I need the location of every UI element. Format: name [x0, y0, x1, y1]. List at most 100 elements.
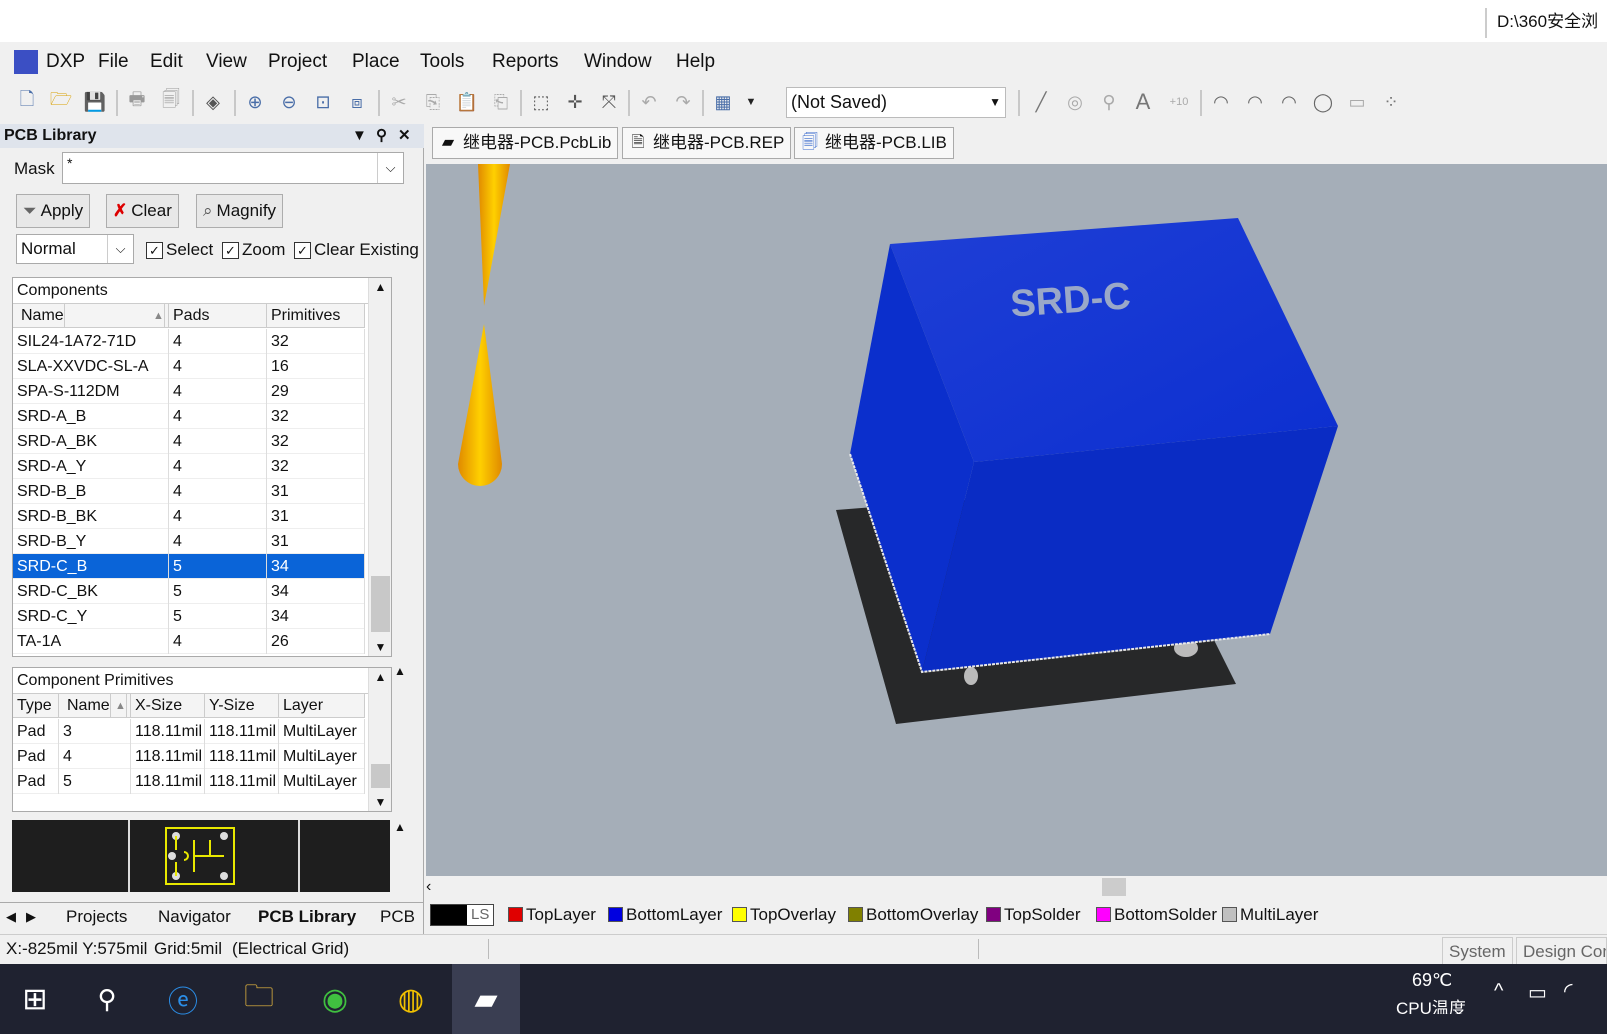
app-icon[interactable]: ◍: [384, 972, 438, 1026]
grid-icon[interactable]: ▦: [710, 89, 736, 115]
magnify-button[interactable]: ⌕ Magnify: [196, 194, 284, 228]
menu-file[interactable]: File: [98, 51, 129, 73]
file-explorer-icon[interactable]: 🗀: [232, 972, 286, 1026]
layer-tab-topsolder[interactable]: TopSolder: [984, 903, 1081, 927]
battery-icon[interactable]: ▭: [1528, 980, 1547, 1005]
close-icon[interactable]: ✕: [398, 124, 411, 148]
zoom-out-icon[interactable]: ⊖: [276, 89, 302, 115]
scroll-down-icon[interactable]: ▼: [369, 795, 391, 809]
text-tool-icon[interactable]: A: [1130, 89, 1156, 115]
paste-icon[interactable]: 📋: [454, 89, 480, 115]
scroll-down-icon[interactable]: ▼: [369, 640, 391, 654]
layer-tab-topoverlay[interactable]: TopOverlay: [730, 903, 836, 927]
chevron-down-icon[interactable]: ⌵: [377, 153, 403, 183]
scroll-thumb[interactable]: [371, 764, 390, 788]
arc-any-icon[interactable]: ◠: [1276, 89, 1302, 115]
table-row[interactable]: TA-1A 4 26: [13, 629, 365, 654]
panel-menu-icon[interactable]: ▼: [352, 124, 367, 148]
undo-icon[interactable]: ↶: [636, 89, 662, 115]
circle-tool-icon[interactable]: ◯: [1310, 89, 1336, 115]
wifi-icon[interactable]: ◜: [1564, 978, 1573, 1004]
menu-edit[interactable]: Edit: [150, 51, 183, 73]
table-row[interactable]: SIL24-1A72-71D 4 32: [13, 329, 365, 354]
table-row[interactable]: Pad 3 118.11mil 118.11mil MultiLayer: [13, 719, 365, 744]
table-row[interactable]: SRD-A_BK 4 32: [13, 429, 365, 454]
splitter-up-icon[interactable]: ▲: [394, 820, 406, 834]
copy-icon[interactable]: ⎘: [420, 89, 446, 115]
layer-tab-multilayer[interactable]: MultiLayer: [1220, 903, 1318, 927]
fill-tool-icon[interactable]: ▭: [1344, 89, 1370, 115]
table-row[interactable]: SLA-XXVDC-SL-A 4 16: [13, 354, 365, 379]
tab-prev-icon[interactable]: ◀: [6, 909, 16, 925]
arc-center-icon[interactable]: ◠: [1208, 89, 1234, 115]
clear-existing-checkbox[interactable]: ✓ Clear Existing: [294, 240, 419, 260]
column-header-primitives[interactable]: Primitives: [267, 304, 365, 328]
select-checkbox[interactable]: ✓ Select: [146, 240, 213, 260]
move-icon[interactable]: ✛: [562, 89, 588, 115]
column-header-ysize[interactable]: Y-Size: [205, 694, 279, 718]
menu-window[interactable]: Window: [584, 51, 652, 73]
zoom-selection-icon[interactable]: ⧈: [344, 89, 370, 115]
column-header-type[interactable]: Type: [13, 694, 59, 718]
tab-pcb-library[interactable]: PCB Library: [258, 907, 356, 927]
line-tool-icon[interactable]: ╱: [1028, 89, 1054, 115]
tab-projects[interactable]: Projects: [66, 907, 127, 927]
menu-dxp[interactable]: DXP: [46, 51, 85, 73]
table-row[interactable]: Pad 5 118.11mil 118.11mil MultiLayer: [13, 769, 365, 794]
table-row[interactable]: SRD-A_Y 4 32: [13, 454, 365, 479]
3d-view-canvas[interactable]: SRD-C: [426, 164, 1607, 876]
pad-tool-icon[interactable]: ◎: [1062, 89, 1088, 115]
table-row[interactable]: SPA-S-112DM 4 29: [13, 379, 365, 404]
layer-tab-toplayer[interactable]: TopLayer: [506, 903, 596, 927]
table-row[interactable]: Pad 4 118.11mil 118.11mil MultiLayer: [13, 744, 365, 769]
variant-select[interactable]: (Not Saved) ▼: [786, 87, 1006, 118]
scroll-up-icon[interactable]: ▲: [369, 280, 391, 294]
zoom-checkbox[interactable]: ✓ Zoom: [222, 240, 285, 260]
table-row[interactable]: SRD-B_B 4 31: [13, 479, 365, 504]
scroll-up-icon[interactable]: ▲: [369, 670, 391, 684]
save-icon[interactable]: 💾: [82, 89, 108, 115]
search-icon[interactable]: ⚲: [80, 972, 134, 1026]
table-row[interactable]: SRD-B_Y 4 31: [13, 529, 365, 554]
menu-project[interactable]: Project: [268, 51, 327, 73]
menu-view[interactable]: View: [206, 51, 247, 73]
menu-tools[interactable]: Tools: [420, 51, 464, 73]
deselect-icon[interactable]: ⤧: [596, 89, 622, 115]
splitter-up-icon[interactable]: ▲: [394, 664, 406, 678]
3d-view-icon[interactable]: ◈: [200, 89, 226, 115]
via-tool-icon[interactable]: ⚲: [1096, 89, 1122, 115]
doctab-rep[interactable]: 🗎 继电器-PCB.REP: [622, 127, 792, 159]
altium-designer-icon[interactable]: ▰: [452, 964, 520, 1034]
table-row[interactable]: SRD-C_BK 5 34: [13, 579, 365, 604]
view-hscrollbar[interactable]: ‹: [426, 876, 1607, 898]
array-paste-icon[interactable]: ⁘: [1378, 89, 1404, 115]
windows-start-icon[interactable]: ⊞: [8, 972, 62, 1026]
open-folder-icon[interactable]: 🗁: [48, 89, 74, 115]
tab-next-icon[interactable]: ▶: [26, 909, 36, 925]
internet-explorer-icon[interactable]: ⓔ: [156, 972, 210, 1026]
zoom-in-icon[interactable]: ⊕: [242, 89, 268, 115]
doctab-pcblib[interactable]: ▰ 继电器-PCB.PcbLib: [432, 127, 619, 159]
scroll-left-icon[interactable]: ‹: [426, 878, 431, 896]
menu-help[interactable]: Help: [676, 51, 715, 73]
tab-pcb[interactable]: PCB: [380, 907, 415, 927]
layer-tab-bottomlayer[interactable]: BottomLayer: [606, 903, 722, 927]
table-row[interactable]: SRD-B_BK 4 31: [13, 504, 365, 529]
select-area-icon[interactable]: ⬚: [528, 89, 554, 115]
360-browser-icon[interactable]: ◉: [308, 972, 362, 1026]
menu-reports[interactable]: Reports: [492, 51, 559, 73]
table-row[interactable]: SRD-C_Y 5 34: [13, 604, 365, 629]
menu-place[interactable]: Place: [352, 51, 400, 73]
grid-dropdown-icon[interactable]: ▼: [738, 89, 764, 115]
scroll-thumb[interactable]: [1102, 878, 1126, 896]
rubber-stamp-icon[interactable]: ⎗: [488, 89, 514, 115]
design-compiler-button[interactable]: Design Com: [1516, 937, 1607, 967]
primitives-scrollbar[interactable]: ▲ ▼: [368, 668, 391, 811]
coordinate-tool-icon[interactable]: +10: [1166, 89, 1192, 115]
apply-button[interactable]: ⏷ Apply: [16, 194, 91, 228]
layer-set-button[interactable]: LS: [430, 904, 494, 926]
mode-select[interactable]: Normal ⌵: [16, 234, 134, 264]
pin-icon[interactable]: ⚲: [376, 124, 387, 148]
components-scrollbar[interactable]: ▲ ▼: [368, 278, 391, 656]
layer-tab-bottomsolder[interactable]: BottomSolder: [1094, 903, 1217, 927]
